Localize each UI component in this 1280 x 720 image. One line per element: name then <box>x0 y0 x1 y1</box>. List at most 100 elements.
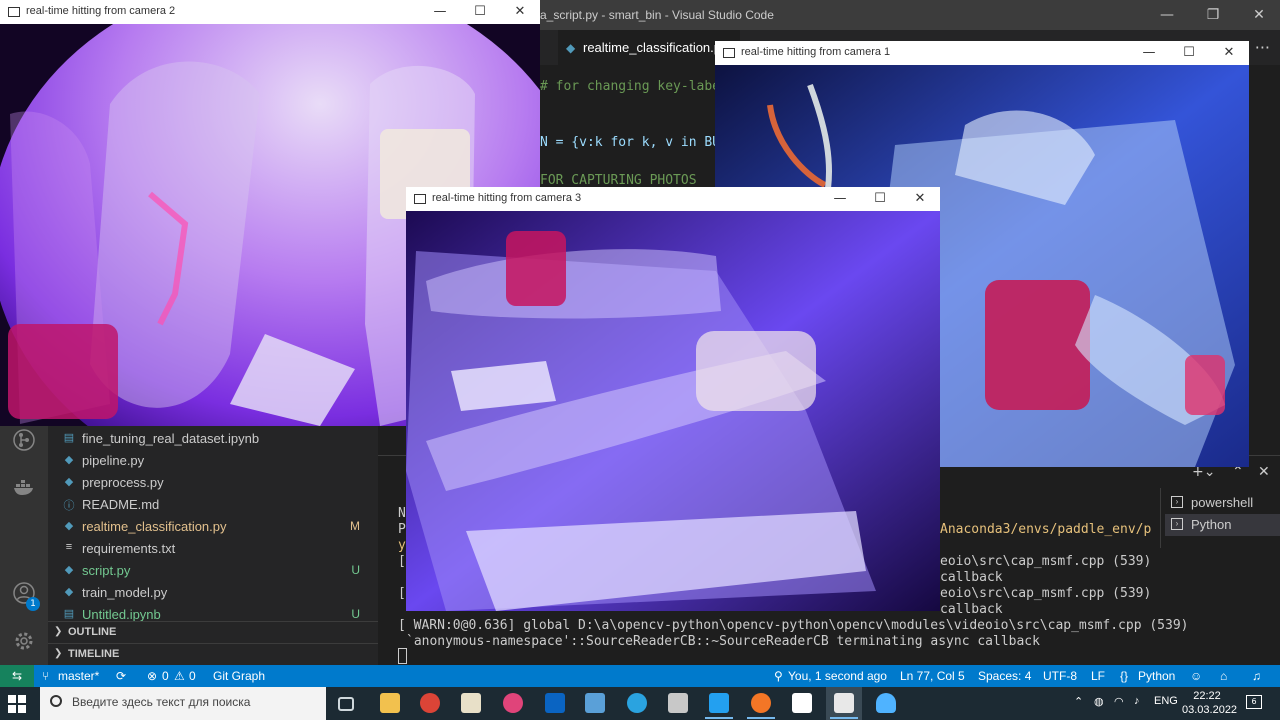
sync-icon[interactable]: ⟳ <box>116 669 126 683</box>
chrome-icon[interactable] <box>420 693 440 713</box>
list-item[interactable]: ≡ requirements.txt <box>48 538 378 560</box>
terminal-warn-line: `anonymous-namespace'::SourceReaderCB::~… <box>406 634 1040 649</box>
maximize-button[interactable]: ☐ <box>860 187 900 211</box>
jupyter-icon[interactable] <box>747 693 775 719</box>
terminal-session-powershell[interactable]: › powershell <box>1165 492 1280 514</box>
window-title: real-time hitting from camera 2 <box>26 5 176 17</box>
python-icon: ◆ <box>64 586 74 598</box>
file-name: train_model.py <box>82 585 168 600</box>
terminal-line: callback <box>940 570 1003 585</box>
cloud-icon[interactable] <box>876 693 896 713</box>
error-icon[interactable]: ⊗ <box>147 669 157 683</box>
terminal-session-list: › powershell › Python <box>1160 488 1280 548</box>
list-item[interactable]: ◆ pipeline.py <box>48 450 378 472</box>
terminal-warn-line: [ WARN:0@0.636] global D:\a\opencv-pytho… <box>398 618 1189 633</box>
list-item[interactable]: ◆ train_model.py <box>48 582 378 604</box>
file-explorer-icon[interactable] <box>380 693 400 713</box>
more-actions-icon[interactable]: ··· <box>1255 38 1270 57</box>
close-panel-icon[interactable]: ✕ <box>1258 464 1270 480</box>
camera-3-feed <box>406 211 940 611</box>
camera-3-titlebar[interactable]: real-time hitting from camera 3 — ☐ ✕ <box>406 187 940 211</box>
network-tray-icon[interactable]: ◍ <box>1094 695 1104 708</box>
camera-3-image <box>406 211 940 611</box>
vscode-icon[interactable] <box>705 693 733 719</box>
branch-indicator[interactable]: master* <box>58 669 99 683</box>
terminal-line: eoio\src\cap_msmf.cpp (539) <box>940 586 1152 601</box>
file-name: README.md <box>82 497 160 512</box>
live-share-icon[interactable]: ⌂ <box>1220 669 1227 683</box>
window-title: a_script.py - smart_bin - Visual Studio … <box>540 8 774 22</box>
outline-section[interactable]: ❯ OUTLINE <box>48 621 378 643</box>
minimize-button[interactable]: — <box>1144 0 1190 30</box>
tab-realtime-classification[interactable]: ◆ realtime_classification.py <box>558 30 740 65</box>
window-title: real-time hitting from camera 1 <box>741 46 891 58</box>
language-indicator[interactable]: ENG <box>1154 695 1178 707</box>
restore-button[interactable]: ❐ <box>1190 0 1236 30</box>
maximize-button[interactable]: ☐ <box>1169 41 1209 65</box>
notion-icon[interactable] <box>792 693 812 713</box>
clock-date: 03.03.2022 <box>1182 704 1238 716</box>
terminal-session-python[interactable]: › Python <box>1165 514 1280 536</box>
list-item[interactable]: ◆ script.py U <box>48 560 378 582</box>
timeline-section[interactable]: ❯ TIMELINE <box>48 643 378 665</box>
cursor-position[interactable]: Ln 77, Col 5 <box>900 669 965 683</box>
language-mode[interactable]: Python <box>1138 669 1175 683</box>
session-label: Python <box>1191 517 1232 532</box>
bell-icon[interactable]: ♫ <box>1252 669 1261 683</box>
indentation[interactable]: Spaces: 4 <box>978 669 1031 683</box>
timeline-label: TIMELINE <box>68 648 120 660</box>
file-name: pipeline.py <box>82 453 145 468</box>
feedback-icon[interactable]: ☺ <box>1190 669 1202 683</box>
python-icon: ◆ <box>64 564 74 576</box>
minimize-button[interactable]: — <box>1129 41 1169 65</box>
search-input[interactable] <box>72 695 322 709</box>
volume-icon[interactable]: ♪ <box>1134 695 1140 707</box>
telegram-icon[interactable] <box>627 693 647 713</box>
git-graph-button[interactable]: Git Graph <box>213 669 265 683</box>
file-name: requirements.txt <box>82 541 176 556</box>
camera-1-titlebar[interactable]: real-time hitting from camera 1 — ☐ ✕ <box>715 41 1249 65</box>
close-button[interactable]: ✕ <box>1209 41 1249 65</box>
chevron-up-icon[interactable]: ⌃ <box>1074 695 1083 708</box>
list-item[interactable]: ◆ preprocess.py <box>48 472 378 494</box>
source-control-icon[interactable] <box>12 428 36 452</box>
network-icon[interactable] <box>585 693 605 713</box>
minimize-button[interactable]: — <box>420 0 460 24</box>
notification-icon[interactable]: 6 <box>1246 695 1262 709</box>
close-button[interactable]: ✕ <box>1236 0 1280 30</box>
maximize-button[interactable]: ☐ <box>460 0 500 24</box>
list-item[interactable]: ⓘ README.md <box>48 494 378 516</box>
windows-start-icon[interactable] <box>8 695 26 713</box>
docker-icon[interactable] <box>12 475 36 499</box>
warning-icon[interactable]: ⚠ <box>174 669 185 683</box>
list-item[interactable]: ▤ fine_tuning_real_dataset.ipynb <box>48 428 378 450</box>
tool-icon[interactable] <box>668 693 688 713</box>
remote-indicator[interactable]: ⇆ <box>0 665 34 687</box>
outlook-icon[interactable] <box>545 693 565 713</box>
list-item[interactable]: ◆ realtime_classification.py M <box>48 516 378 538</box>
tab-label: realtime_classification.py <box>583 40 728 55</box>
close-button[interactable]: ✕ <box>500 0 540 24</box>
window-title: real-time hitting from camera 3 <box>432 192 582 204</box>
terminal-line: callback <box>940 602 1003 617</box>
camera-2-titlebar[interactable]: real-time hitting from camera 2 — ☐ ✕ <box>0 0 540 24</box>
error-count[interactable]: 0 <box>162 669 169 683</box>
window-icon[interactable] <box>830 693 858 719</box>
files-icon[interactable] <box>461 693 481 713</box>
settings-gear-icon[interactable] <box>12 629 36 653</box>
minimize-button[interactable]: — <box>820 187 860 211</box>
task-view-icon[interactable] <box>338 697 354 711</box>
file-name: realtime_classification.py <box>82 519 227 534</box>
git-blame[interactable]: You, 1 second ago <box>788 669 887 683</box>
camera-3-window[interactable]: real-time hitting from camera 3 — ☐ ✕ <box>406 187 940 611</box>
slack-icon[interactable] <box>503 693 523 713</box>
warning-count[interactable]: 0 <box>189 669 196 683</box>
end-of-line[interactable]: LF <box>1091 669 1105 683</box>
taskbar-search[interactable] <box>40 687 326 720</box>
encoding[interactable]: UTF-8 <box>1043 669 1077 683</box>
lines-icon: ≡ <box>65 541 73 553</box>
wifi-icon[interactable]: ◠ <box>1114 695 1124 708</box>
chevron-right-icon: ❯ <box>54 626 63 637</box>
clock[interactable]: 22:22 03.03.2022 <box>1182 689 1238 717</box>
close-button[interactable]: ✕ <box>900 187 940 211</box>
